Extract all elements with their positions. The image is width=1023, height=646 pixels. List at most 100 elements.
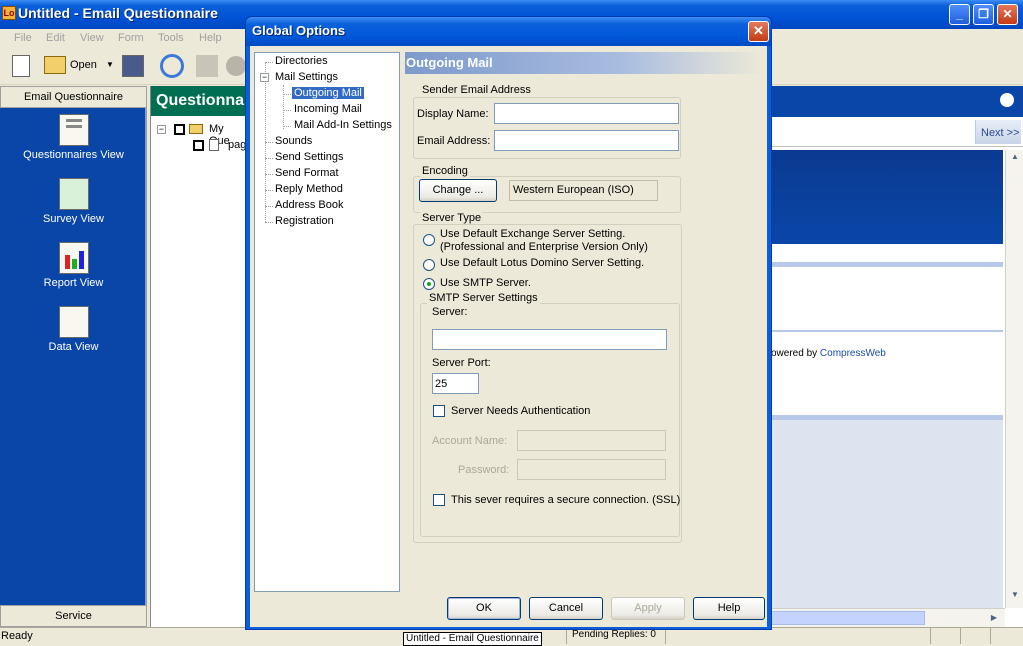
divider-line xyxy=(771,262,1003,267)
questionnaire-icon xyxy=(58,114,89,146)
nav-data-view[interactable]: Data View xyxy=(0,306,147,353)
apply-button[interactable]: Apply xyxy=(611,597,685,620)
menu-help[interactable]: Help xyxy=(199,32,222,44)
tree-item-incoming-mail[interactable]: Incoming Mail xyxy=(294,103,362,115)
scroll-thumb[interactable] xyxy=(771,611,925,625)
survey-icon xyxy=(58,178,89,210)
authentication-label[interactable]: Server Needs Authentication xyxy=(451,405,590,417)
cancel-button[interactable]: Cancel xyxy=(529,597,603,620)
tree-checkbox[interactable] xyxy=(174,124,185,135)
smtp-server-field[interactable] xyxy=(432,329,667,350)
tree-item-send-settings[interactable]: Send Settings xyxy=(275,151,344,163)
powered-by-prefix: owered by xyxy=(771,348,818,359)
new-document-icon[interactable] xyxy=(12,55,30,77)
email-address-field[interactable] xyxy=(494,130,679,151)
preview-pane: Next >> owered by CompressWeb ▲ ▼ ▶ xyxy=(771,86,1023,627)
open-folder-icon[interactable] xyxy=(44,56,66,74)
open-button[interactable]: Open xyxy=(70,59,97,71)
tree-item-mail-settings[interactable]: Mail Settings xyxy=(275,71,338,83)
tree-item-mail-add-in-settings[interactable]: Mail Add-In Settings xyxy=(294,119,392,131)
refresh-icon[interactable] xyxy=(160,54,184,78)
questionnaire-header: Questionna xyxy=(151,86,246,116)
change-encoding-button[interactable]: Change ... xyxy=(419,179,497,202)
tree-guide-line xyxy=(265,190,273,191)
tree-guide-line xyxy=(265,158,273,159)
restore-button[interactable]: ❐ xyxy=(973,4,994,25)
scroll-right-icon[interactable]: ▶ xyxy=(987,611,1001,625)
questionnaire-tree-pane: Questionna − My Que pag xyxy=(150,86,246,627)
exchange-server-label[interactable]: Use Default Exchange Server Setting. xyxy=(440,228,625,240)
tree-guide-line xyxy=(283,94,291,95)
server-port-label: Server Port: xyxy=(432,357,491,369)
scroll-up-icon[interactable]: ▲ xyxy=(1008,152,1022,166)
account-name-field[interactable] xyxy=(517,430,666,451)
scroll-down-icon[interactable]: ▼ xyxy=(1008,590,1022,604)
panel-title: Outgoing Mail xyxy=(405,52,763,74)
open-dropdown-arrow-icon[interactable]: ▼ xyxy=(106,60,114,69)
menu-form[interactable]: Form xyxy=(118,32,144,44)
dialog-close-button[interactable]: ✕ xyxy=(748,21,769,42)
sender-group-label: Sender Email Address xyxy=(420,84,533,96)
app-icon[interactable]: Lo xyxy=(2,6,16,20)
menu-edit[interactable]: Edit xyxy=(46,32,65,44)
settings-icon[interactable] xyxy=(1000,93,1014,107)
nav-label: Report View xyxy=(43,277,104,289)
exchange-server-note: (Professional and Enterprise Version Onl… xyxy=(440,241,648,253)
tree-item-outgoing-mail[interactable]: Outgoing Mail xyxy=(292,87,364,99)
banner-area xyxy=(771,150,1003,244)
tree-guide-line xyxy=(265,222,273,223)
authentication-checkbox[interactable] xyxy=(433,405,445,417)
menu-tools[interactable]: Tools xyxy=(158,32,184,44)
home-icon[interactable] xyxy=(196,55,218,77)
tree-item-reply-method[interactable]: Reply Method xyxy=(275,183,343,195)
tree-collapse-icon[interactable]: − xyxy=(260,73,269,82)
save-icon[interactable] xyxy=(122,55,144,77)
smtp-server-label[interactable]: Use SMTP Server. xyxy=(440,277,531,289)
taskbar-tooltip: Untitled - Email Questionnaire xyxy=(403,632,542,646)
nav-header[interactable]: Email Questionnaire xyxy=(0,86,147,108)
tree-item-sounds[interactable]: Sounds xyxy=(275,135,312,147)
folder-icon xyxy=(189,124,203,134)
minimize-button[interactable]: _ xyxy=(949,4,970,25)
next-button[interactable]: Next >> xyxy=(975,120,1021,144)
options-tree[interactable]: Directories − Mail Settings Outgoing Mai… xyxy=(254,52,400,592)
nav-questionnaires-view[interactable]: Questionnaires View xyxy=(0,114,147,161)
password-label: Password: xyxy=(458,464,510,476)
stop-icon[interactable] xyxy=(226,56,246,76)
email-address-label: Email Address: xyxy=(417,135,491,147)
vertical-scrollbar[interactable]: ▲ ▼ xyxy=(1005,150,1023,608)
tree-expander-icon[interactable]: − xyxy=(157,125,166,134)
smtp-server-radio[interactable] xyxy=(423,278,435,290)
tree-child-checkbox[interactable] xyxy=(193,140,204,151)
ssl-label[interactable]: This sever requires a secure connection.… xyxy=(451,494,680,506)
help-button[interactable]: Help xyxy=(693,597,765,620)
tree-item-directories[interactable]: Directories xyxy=(275,55,328,67)
tree-item-registration[interactable]: Registration xyxy=(275,215,334,227)
nav-label: Survey View xyxy=(43,213,104,225)
menu-file[interactable]: File xyxy=(14,32,32,44)
tree-guide-line xyxy=(283,85,284,129)
menu-view[interactable]: View xyxy=(80,32,104,44)
server-port-field[interactable] xyxy=(432,373,479,394)
tree-child-label[interactable]: pag xyxy=(228,139,246,151)
ok-button[interactable]: OK xyxy=(447,597,521,620)
content-area xyxy=(771,420,1003,608)
tree-item-send-format[interactable]: Send Format xyxy=(275,167,339,179)
horizontal-scrollbar[interactable]: ▶ xyxy=(771,608,1005,627)
compressweb-link[interactable]: CompressWeb xyxy=(820,348,886,359)
ssl-checkbox[interactable] xyxy=(433,494,445,506)
display-name-field[interactable] xyxy=(494,103,679,124)
close-window-button[interactable]: ✕ xyxy=(997,4,1018,25)
nav-service[interactable]: Service xyxy=(0,605,147,627)
encoding-group-label: Encoding xyxy=(420,165,470,177)
nav-report-view[interactable]: Report View xyxy=(0,242,147,289)
pending-replies: Pending Replies: 0 xyxy=(566,628,666,644)
exchange-server-radio[interactable] xyxy=(423,234,435,246)
nav-label: Data View xyxy=(48,341,99,353)
nav-survey-view[interactable]: Survey View xyxy=(0,178,147,225)
tree-item-address-book[interactable]: Address Book xyxy=(275,199,343,211)
lotus-domino-label[interactable]: Use Default Lotus Domino Server Setting. xyxy=(440,257,644,269)
password-field[interactable] xyxy=(517,459,666,480)
lotus-domino-radio[interactable] xyxy=(423,259,435,271)
dialog-title-bar[interactable]: Global Options ✕ xyxy=(246,17,771,46)
